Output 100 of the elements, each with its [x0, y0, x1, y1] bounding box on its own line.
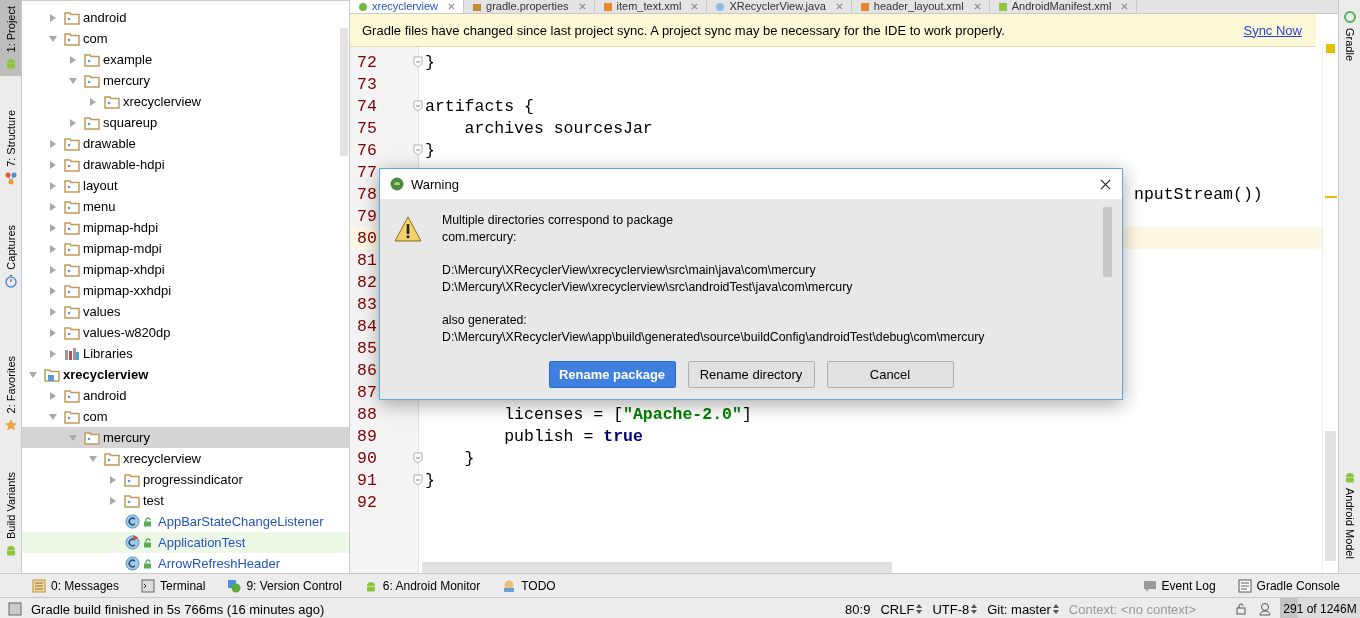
- message-text: D:\Mercury\XRecyclerView\xrecyclerview\src\main\java\com\mercury D:\Mercury\XRecyclerView\xrecyclerview\src\androidTest\java\com\mercury: [442, 262, 854, 296]
- collapse-arrow-icon[interactable]: [68, 75, 78, 86]
- expand-arrow-icon[interactable]: [48, 243, 58, 254]
- expand-arrow-icon[interactable]: [68, 54, 78, 65]
- lock-icon: [143, 558, 153, 569]
- tree-item[interactable]: drawable: [22, 133, 349, 154]
- tree-item[interactable]: mercury: [22, 70, 349, 91]
- fold-marker-icon[interactable]: [413, 144, 423, 156]
- tool-window-button[interactable]: Android Model: [1342, 470, 1357, 559]
- expand-arrow-icon[interactable]: [108, 474, 118, 485]
- tree-item[interactable]: values: [22, 301, 349, 322]
- scrollbar-thumb[interactable]: [422, 562, 892, 573]
- tree-item[interactable]: xrecyclerview: [22, 364, 349, 385]
- tool-window-button[interactable]: 0: Messages: [32, 578, 120, 593]
- dialog-button[interactable]: Rename package: [548, 361, 676, 388]
- tool-window-button[interactable]: 1: Project: [0, 0, 21, 77]
- tree-item[interactable]: test: [22, 490, 349, 511]
- expand-arrow-icon[interactable]: [48, 264, 58, 275]
- tree-item[interactable]: xrecyclerview: [22, 448, 349, 469]
- code-text: }: [424, 470, 435, 490]
- banner-text: Gradle files have changed since last project sync. A project sync may be necessary for the IDE to work properly.: [362, 22, 1005, 38]
- tree-item[interactable]: com: [22, 406, 349, 427]
- package-folder-icon: [124, 493, 140, 508]
- tool-window-button[interactable]: 9: Version Control: [227, 578, 342, 593]
- tool-window-button[interactable]: Terminal: [141, 578, 206, 593]
- status-selector[interactable]: UTF-8: [932, 601, 978, 617]
- inspector-icon[interactable]: [1258, 602, 1272, 616]
- tool-window-button[interactable]: Captures: [0, 219, 21, 294]
- tool-window-button[interactable]: TODO: [502, 578, 556, 593]
- tree-item[interactable]: values-w820dp: [22, 322, 349, 343]
- tool-window-button[interactable]: Gradle Console: [1237, 578, 1340, 593]
- tree-item[interactable]: AppBarStateChangeListener: [22, 511, 349, 532]
- expand-arrow-icon[interactable]: [48, 327, 58, 338]
- tree-item[interactable]: mipmap-xxhdpi: [22, 280, 349, 301]
- tree-item[interactable]: mipmap-mdpi: [22, 238, 349, 259]
- tree-item[interactable]: ArrowRefreshHeader: [22, 553, 349, 573]
- fold-marker-icon[interactable]: [413, 56, 423, 68]
- scrollbar-thumb[interactable]: [340, 28, 348, 156]
- sync-link[interactable]: Sync Now: [1243, 22, 1302, 38]
- expand-arrow-icon[interactable]: [48, 285, 58, 296]
- expand-arrow-icon[interactable]: [48, 390, 58, 401]
- tool-window-button[interactable]: 6: Android Monitor: [363, 578, 481, 593]
- tree-item[interactable]: Libraries: [22, 343, 349, 364]
- tree-item[interactable]: layout: [22, 175, 349, 196]
- expand-arrow-icon[interactable]: [48, 201, 58, 212]
- line-number: 90: [356, 448, 378, 468]
- tree-item[interactable]: squareup: [22, 112, 349, 133]
- tree-item[interactable]: mipmap-xhdpi: [22, 259, 349, 280]
- close-icon[interactable]: [1099, 177, 1112, 191]
- fold-marker-icon[interactable]: [413, 452, 423, 464]
- expand-arrow-icon[interactable]: [48, 180, 58, 191]
- collapse-arrow-icon[interactable]: [28, 369, 38, 380]
- tree-item[interactable]: drawable-hdpi: [22, 154, 349, 175]
- tree-item[interactable]: ApplicationTest: [22, 532, 349, 553]
- tool-window-button[interactable]: Build Variants: [0, 465, 21, 563]
- dialog-button[interactable]: Rename directory: [687, 361, 815, 388]
- memory-indicator[interactable]: 291 of 1246M: [1280, 598, 1360, 618]
- editor-tab[interactable]: header_layout.xml: [851, 0, 990, 13]
- expand-arrow-icon[interactable]: [68, 117, 78, 128]
- tree-item[interactable]: progressindicator: [22, 469, 349, 490]
- expand-arrow-icon[interactable]: [48, 138, 58, 149]
- warning-stripe-mark: [1326, 44, 1335, 53]
- tree-item[interactable]: xrecyclerview: [22, 91, 349, 112]
- expand-arrow-icon[interactable]: [108, 495, 118, 506]
- tree-item[interactable]: menu: [22, 196, 349, 217]
- status-selector[interactable]: CRLF: [880, 601, 923, 617]
- tree-item[interactable]: example: [22, 49, 349, 70]
- tool-window-button[interactable]: 2: Favorites: [0, 350, 21, 438]
- dialog-button[interactable]: Cancel: [826, 361, 954, 388]
- editor-tab[interactable]: XRecyclerView.java: [707, 0, 852, 13]
- editor-tab[interactable]: gradle.properties: [464, 0, 595, 13]
- expand-arrow-icon[interactable]: [48, 348, 58, 359]
- expand-arrow-icon[interactable]: [48, 222, 58, 233]
- editor-tab[interactable]: item_text.xml: [594, 0, 708, 13]
- collapse-arrow-icon[interactable]: [68, 432, 78, 443]
- fold-marker-icon[interactable]: [413, 100, 423, 112]
- editor-tab[interactable]: xrecyclerview: [350, 0, 464, 13]
- tool-window-button[interactable]: 7: Structure: [0, 104, 21, 192]
- expand-arrow-icon[interactable]: [48, 306, 58, 317]
- collapse-arrow-icon[interactable]: [48, 33, 58, 44]
- collapse-arrow-icon[interactable]: [48, 411, 58, 422]
- lock-icon[interactable]: [1236, 603, 1246, 615]
- tool-window-button[interactable]: Gradle: [1342, 10, 1357, 62]
- tree-item[interactable]: mipmap-hdpi: [22, 217, 349, 238]
- expand-arrow-icon[interactable]: [48, 12, 58, 23]
- expand-arrow-icon[interactable]: [88, 96, 98, 107]
- scrollbar-thumb[interactable]: [1325, 431, 1336, 561]
- status-selector[interactable]: Git: master: [987, 601, 1059, 617]
- tree-item[interactable]: android: [22, 385, 349, 406]
- expand-arrow-icon[interactable]: [48, 159, 58, 170]
- editor-tab[interactable]: AndroidManifest.xml: [989, 0, 1138, 13]
- fold-marker-icon[interactable]: [413, 474, 423, 486]
- tool-windows-toggle-icon[interactable]: [8, 602, 22, 616]
- tree-item[interactable]: mercury: [22, 427, 349, 448]
- tree-item[interactable]: com: [22, 28, 349, 49]
- gradle-icon: [1342, 10, 1357, 24]
- tool-window-button[interactable]: Event Log: [1142, 578, 1216, 593]
- scrollbar-thumb[interactable]: [1103, 207, 1112, 277]
- collapse-arrow-icon[interactable]: [88, 453, 98, 464]
- tree-item[interactable]: android: [22, 7, 349, 28]
